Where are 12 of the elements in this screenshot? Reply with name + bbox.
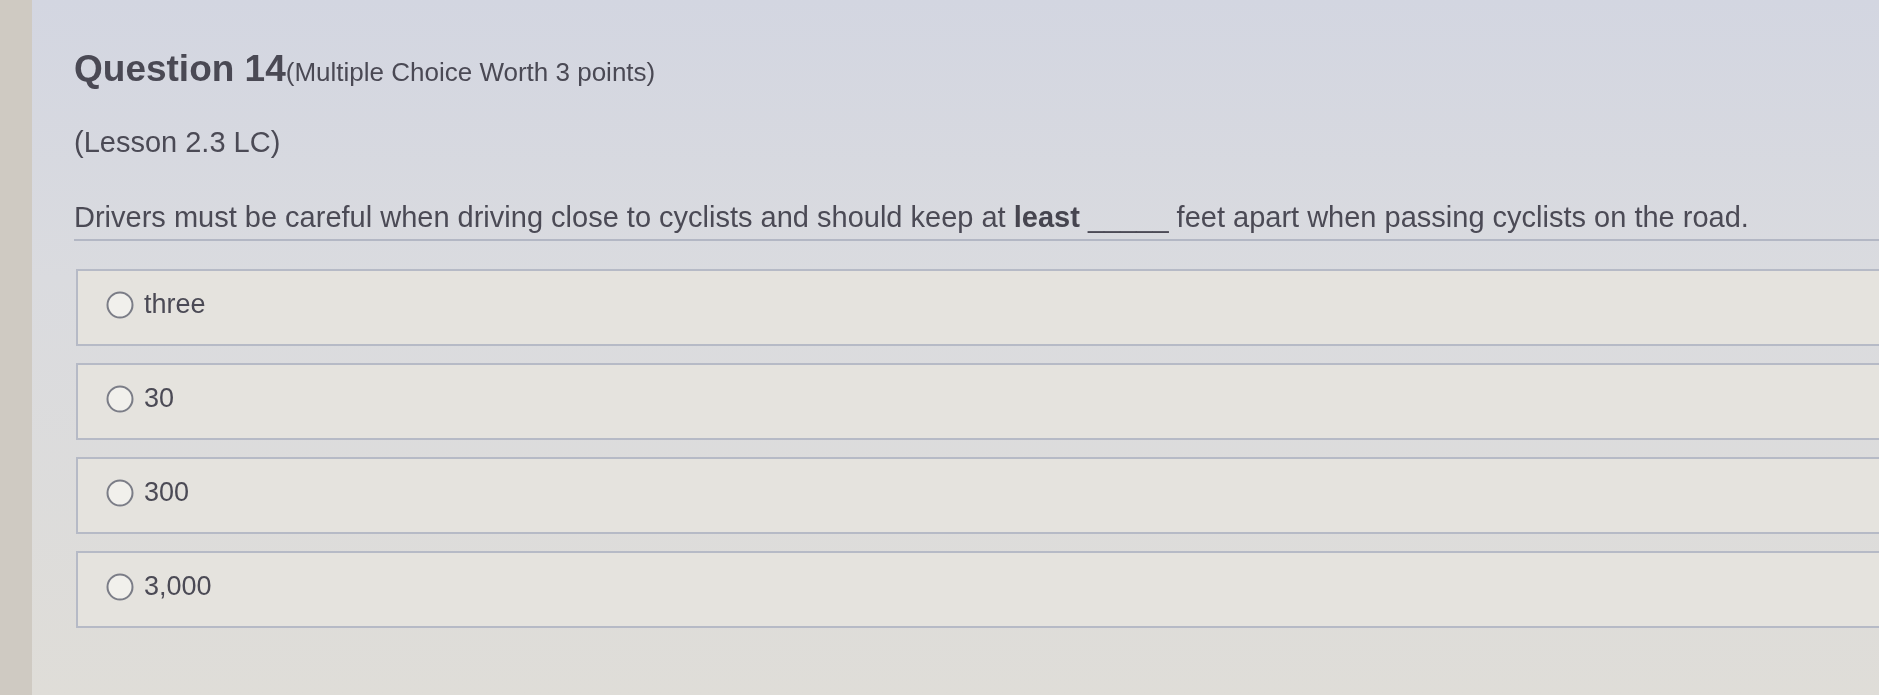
radio-button[interactable] — [106, 478, 134, 507]
answer-option[interactable]: three — [76, 269, 1879, 346]
answer-option[interactable]: 3,000 — [76, 551, 1879, 628]
question-prompt: Drivers must be careful when driving close to cyclists and should keep at least _____ feet apart when passing cyclists on the road. — [74, 200, 1749, 235]
radio-button[interactable] — [106, 572, 134, 601]
radio-button[interactable] — [106, 290, 134, 319]
question-title: Question 14 — [74, 48, 286, 90]
lesson-label: (Lesson 2.3 LC) — [74, 125, 281, 159]
question-type-label: (Multiple Choice Worth 3 points) — [285, 57, 656, 89]
radio-button[interactable] — [106, 384, 134, 413]
answer-option[interactable]: 300 — [76, 457, 1879, 534]
answer-option[interactable]: 30 — [76, 363, 1879, 440]
